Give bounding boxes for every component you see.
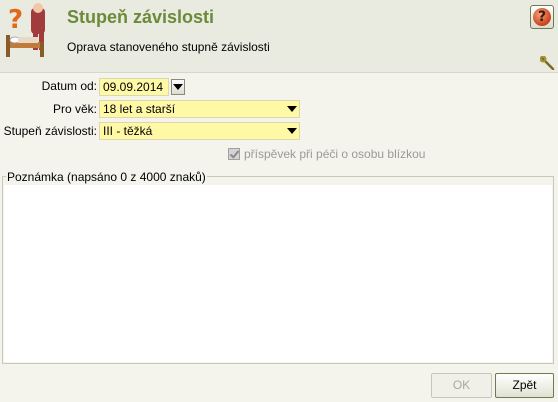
help-icon: ? <box>533 8 551 26</box>
age-select[interactable]: 18 let a starší <box>99 100 300 118</box>
wrench-icon[interactable] <box>540 56 556 70</box>
help-button[interactable]: ? <box>530 5 554 29</box>
date-label: Datum od: <box>41 79 97 93</box>
note-legend: Poznámka (napsáno 0 z 4000 znaků) <box>6 170 207 184</box>
back-button[interactable]: Zpět <box>495 373 554 398</box>
note-textarea[interactable] <box>4 185 552 362</box>
date-picker-button[interactable] <box>171 79 185 95</box>
ok-button[interactable]: OK <box>431 373 492 398</box>
page-title: Stupeň závislosti <box>67 7 215 27</box>
caregiver-bed-icon: ? <box>6 3 45 57</box>
caregiver-allowance-label: příspěvek při péči o osobu blízkou <box>244 147 426 161</box>
page-subtitle: Oprava stanoveného stupně závislosti <box>67 40 270 54</box>
svg-text:?: ? <box>8 5 23 35</box>
chevron-down-icon[interactable] <box>287 106 297 112</box>
chevron-down-icon <box>173 84 183 90</box>
level-select[interactable]: III - těžká <box>99 122 300 140</box>
chevron-down-icon[interactable] <box>287 128 297 134</box>
header: ? Stupeň závislosti Oprava stanoveného s… <box>0 0 558 73</box>
level-label: Stupeň závislosti: <box>3 124 97 138</box>
age-label: Pro věk: <box>52 102 97 116</box>
date-field[interactable]: 09.09.2014 <box>99 78 169 96</box>
caregiver-allowance-checkbox[interactable] <box>228 148 240 160</box>
